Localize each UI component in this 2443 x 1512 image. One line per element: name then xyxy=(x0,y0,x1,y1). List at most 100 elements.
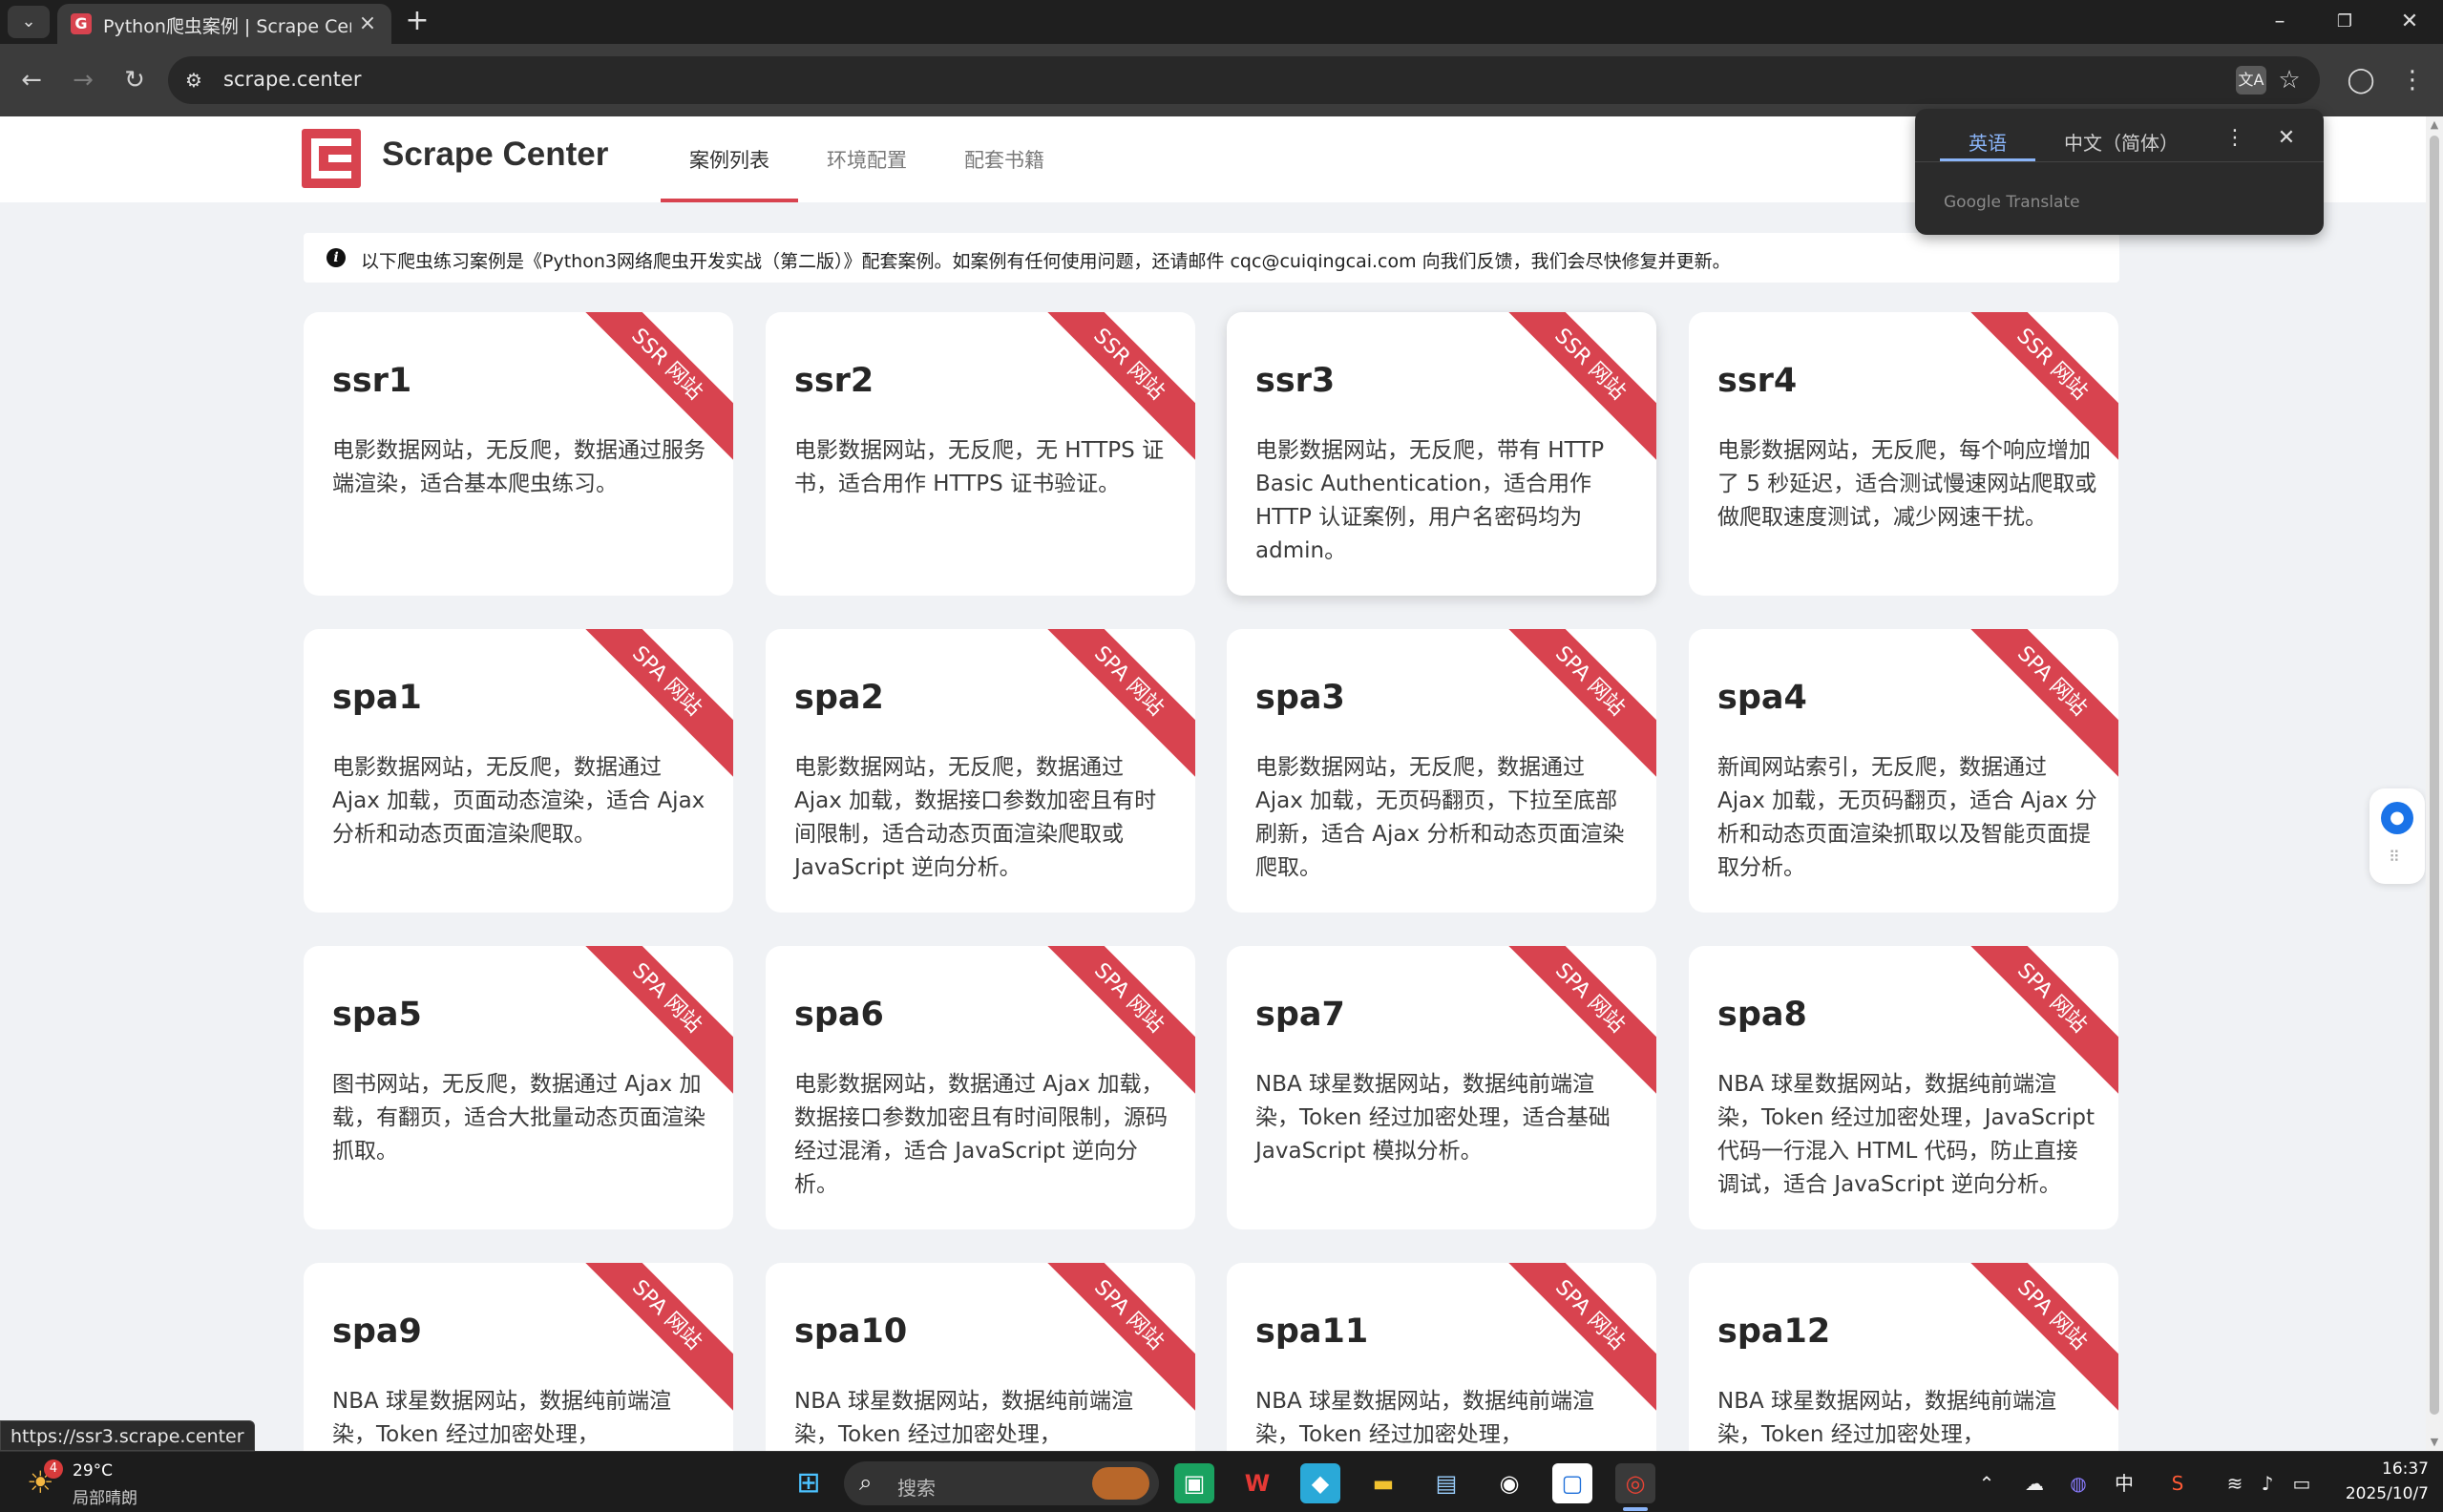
translate-icon[interactable]: 文A xyxy=(2236,66,2266,94)
card-title[interactable]: spa11 xyxy=(1255,1312,1368,1351)
battery-icon[interactable]: ▭ xyxy=(2287,1469,2316,1498)
card-description: NBA 球星数据网站，数据纯前端渲染，Token 经过加密处理， xyxy=(1717,1389,2057,1447)
tab-search-chevron-icon[interactable]: ⌄ xyxy=(8,6,50,38)
case-card-ssr1[interactable]: SSR 网站 ssr1 电影数据网站，无反爬，数据通过服务端渲染，适合基本爬虫练习。 xyxy=(304,312,733,596)
nav-environment[interactable]: 环境配置 xyxy=(827,145,907,174)
case-card-spa4[interactable]: SPA 网站 spa4 新闻网站索引，无反爬，数据通过 Ajax 加载，无页码翻页，… xyxy=(1689,629,2118,913)
drag-handle-icon[interactable]: ⠿ xyxy=(2389,848,2400,866)
case-card-ssr2[interactable]: SSR 网站 ssr2 电影数据网站，无反爬，无 HTTPS 证书，适合用作 HTT… xyxy=(766,312,1195,596)
clock-time[interactable]: 16:37 xyxy=(2375,1460,2429,1479)
tray-network-app-icon[interactable]: ☁ xyxy=(2020,1469,2049,1498)
chrome-icon[interactable]: ◎ xyxy=(1615,1463,1655,1503)
translate-divider xyxy=(1915,161,2324,162)
translate-tab-english[interactable]: 英语 xyxy=(1969,128,2007,156)
site-info-tune-icon[interactable]: ⚙ xyxy=(181,68,206,93)
case-card-ssr3[interactable]: SSR 网站 ssr3 电影数据网站，无反爬，带有 HTTP Basic Authe… xyxy=(1227,312,1656,596)
case-card-spa12[interactable]: SPA 网站 spa12 NBA 球星数据网站，数据纯前端渲染，Token 经过加密… xyxy=(1689,1263,2118,1451)
case-card-spa10[interactable]: SPA 网站 spa10 NBA 球星数据网站，数据纯前端渲染，Token 经过加密… xyxy=(766,1263,1195,1451)
case-card-spa9[interactable]: SPA 网站 spa9 NBA 球星数据网站，数据纯前端渲染，Token 经过加密处… xyxy=(304,1263,733,1451)
wifi-icon[interactable]: ≋ xyxy=(2221,1469,2249,1498)
chrome-active-indicator xyxy=(1623,1507,1648,1511)
favicon-icon: G xyxy=(71,13,92,34)
ime-indicator[interactable]: 中 xyxy=(2110,1469,2138,1498)
file-explorer-icon[interactable]: ▬ xyxy=(1363,1463,1403,1503)
scrollbar-thumb[interactable] xyxy=(2430,136,2439,1415)
chat-app-icon[interactable]: ◉ xyxy=(1489,1463,1529,1503)
card-title[interactable]: ssr4 xyxy=(1717,362,1797,400)
case-card-spa1[interactable]: SPA 网站 spa1 电影数据网站，无反爬，数据通过 Ajax 加载，页面动态渲染… xyxy=(304,629,733,913)
reload-icon[interactable]: ↻ xyxy=(116,62,153,98)
window-close-icon[interactable]: ✕ xyxy=(2390,6,2429,38)
volume-icon[interactable]: ♪ xyxy=(2253,1469,2282,1498)
app-green-icon[interactable]: ▣ xyxy=(1174,1463,1214,1503)
site-brand[interactable]: Scrape Center xyxy=(382,136,608,174)
floating-assistant-widget[interactable]: ● ⠿ xyxy=(2369,788,2425,884)
card-title[interactable]: spa5 xyxy=(332,996,422,1034)
card-title[interactable]: spa3 xyxy=(1255,679,1345,717)
browser-tab-active[interactable]: G Python爬虫案例 | Scrape Center × xyxy=(57,4,391,44)
weather-temperature[interactable]: 29°C xyxy=(73,1461,113,1480)
card-title[interactable]: spa12 xyxy=(1717,1312,1830,1351)
tray-app-icon[interactable]: ◍ xyxy=(2064,1469,2093,1498)
url-text[interactable]: scrape.center xyxy=(223,68,361,91)
app-window-icon[interactable]: ▢ xyxy=(1552,1463,1592,1503)
translate-more-icon[interactable]: ⋮ xyxy=(2221,124,2249,153)
tab-close-icon[interactable]: × xyxy=(355,11,380,36)
case-card-spa11[interactable]: SPA 网站 spa11 NBA 球星数据网站，数据纯前端渲染，Token 经过加密… xyxy=(1227,1263,1656,1451)
card-title[interactable]: spa4 xyxy=(1717,679,1807,717)
card-title[interactable]: spa7 xyxy=(1255,996,1345,1034)
tray-sogou-icon[interactable]: S xyxy=(2163,1469,2192,1498)
app-cyan-icon[interactable]: ◆ xyxy=(1300,1463,1340,1503)
case-card-spa6[interactable]: SPA 网站 spa6 电影数据网站，数据通过 Ajax 加载，数据接口参数加密且有… xyxy=(766,946,1195,1229)
nav-books[interactable]: 配套书籍 xyxy=(964,145,1044,174)
logo-icon[interactable] xyxy=(302,129,361,188)
assistant-icon[interactable]: ● xyxy=(2381,802,2413,834)
card-description: 电影数据网站，无反爬，无 HTTPS 证书，适合用作 HTTPS 证书验证。 xyxy=(794,438,1165,496)
case-card-spa3[interactable]: SPA 网站 spa3 电影数据网站，无反爬，数据通过 Ajax 加载，无页码翻页，… xyxy=(1227,629,1656,913)
card-title[interactable]: spa10 xyxy=(794,1312,907,1351)
search-highlight-image xyxy=(1092,1467,1149,1500)
card-description: NBA 球星数据网站，数据纯前端渲染，Token 经过加密处理， xyxy=(1255,1389,1595,1447)
nav-case-list[interactable]: 案例列表 xyxy=(689,145,769,174)
back-arrow-icon[interactable]: ← xyxy=(13,62,50,98)
tab-title: Python爬虫案例 | Scrape Center xyxy=(103,16,351,37)
scroll-down-arrow-icon[interactable]: ▼ xyxy=(2426,1434,2443,1451)
tray-overflow-chevron-icon[interactable]: ⌃ xyxy=(1972,1469,2001,1498)
card-title[interactable]: spa2 xyxy=(794,679,884,717)
forward-arrow-icon[interactable]: → xyxy=(65,62,101,98)
weather-description[interactable]: 局部晴朗 xyxy=(73,1484,137,1508)
card-title[interactable]: spa6 xyxy=(794,996,884,1034)
scroll-up-arrow-icon[interactable]: ▲ xyxy=(2426,116,2443,134)
card-title[interactable]: ssr2 xyxy=(794,362,874,400)
minimize-icon[interactable]: – xyxy=(2261,6,2299,38)
bookmark-star-icon[interactable]: ☆ xyxy=(2274,65,2305,95)
address-bar[interactable]: ⚙ scrape.center 文A ☆ xyxy=(168,56,2320,104)
case-card-spa5[interactable]: SPA 网站 spa5 图书网站，无反爬，数据通过 Ajax 加载，有翻页，适合大批… xyxy=(304,946,733,1229)
case-card-ssr4[interactable]: SSR 网站 ssr4 电影数据网站，无反爬，每个响应增加了 5 秒延迟，适合测试慢… xyxy=(1689,312,2118,596)
card-title[interactable]: ssr1 xyxy=(332,362,411,400)
notepad-icon[interactable]: ▤ xyxy=(1426,1463,1466,1503)
taskbar-search-placeholder: 搜索 xyxy=(897,1477,936,1500)
windows-start-icon[interactable]: ⊞ xyxy=(789,1463,829,1503)
clock-date[interactable]: 2025/10/7 xyxy=(2337,1484,2429,1503)
card-description: 电影数据网站，无反爬，每个响应增加了 5 秒延迟，适合测试慢速网站爬取或做爬取速… xyxy=(1717,438,2097,530)
wps-office-icon[interactable]: W xyxy=(1237,1463,1277,1503)
card-description: NBA 球星数据网站，数据纯前端渲染，Token 经过加密处理， xyxy=(794,1389,1134,1447)
new-tab-plus-icon[interactable]: + xyxy=(401,6,433,38)
kebab-menu-icon[interactable]: ⋮ xyxy=(2394,62,2431,98)
translate-close-icon[interactable]: ✕ xyxy=(2272,124,2301,153)
browser-toolbar: ← → ↻ ⚙ scrape.center 文A ☆ ◯ ⋮ xyxy=(0,44,2443,116)
restore-icon[interactable]: ❐ xyxy=(2326,6,2364,38)
translate-tab-chinese[interactable]: 中文（简体） xyxy=(2064,128,2179,156)
case-card-spa2[interactable]: SPA 网站 spa2 电影数据网站，无反爬，数据通过 Ajax 加载，数据接口参数… xyxy=(766,629,1195,913)
browser-tab-bar: ⌄ G Python爬虫案例 | Scrape Center × + – ❐ ✕ xyxy=(0,0,2443,44)
case-card-spa8[interactable]: SPA 网站 spa8 NBA 球星数据网站，数据纯前端渲染，Token 经过加密处… xyxy=(1689,946,2118,1229)
card-description: 图书网站，无反爬，数据通过 Ajax 加载，有翻页，适合大批量动态页面渲染抓取。 xyxy=(332,1072,706,1164)
card-title[interactable]: spa9 xyxy=(332,1312,422,1351)
taskbar-search[interactable]: ⌕ 搜索 xyxy=(844,1461,1159,1505)
card-title[interactable]: spa1 xyxy=(332,679,422,717)
card-title[interactable]: spa8 xyxy=(1717,996,1807,1034)
card-title[interactable]: ssr3 xyxy=(1255,362,1335,400)
profile-icon[interactable]: ◯ xyxy=(2343,62,2379,98)
case-card-spa7[interactable]: SPA 网站 spa7 NBA 球星数据网站，数据纯前端渲染，Token 经过加密处… xyxy=(1227,946,1656,1229)
